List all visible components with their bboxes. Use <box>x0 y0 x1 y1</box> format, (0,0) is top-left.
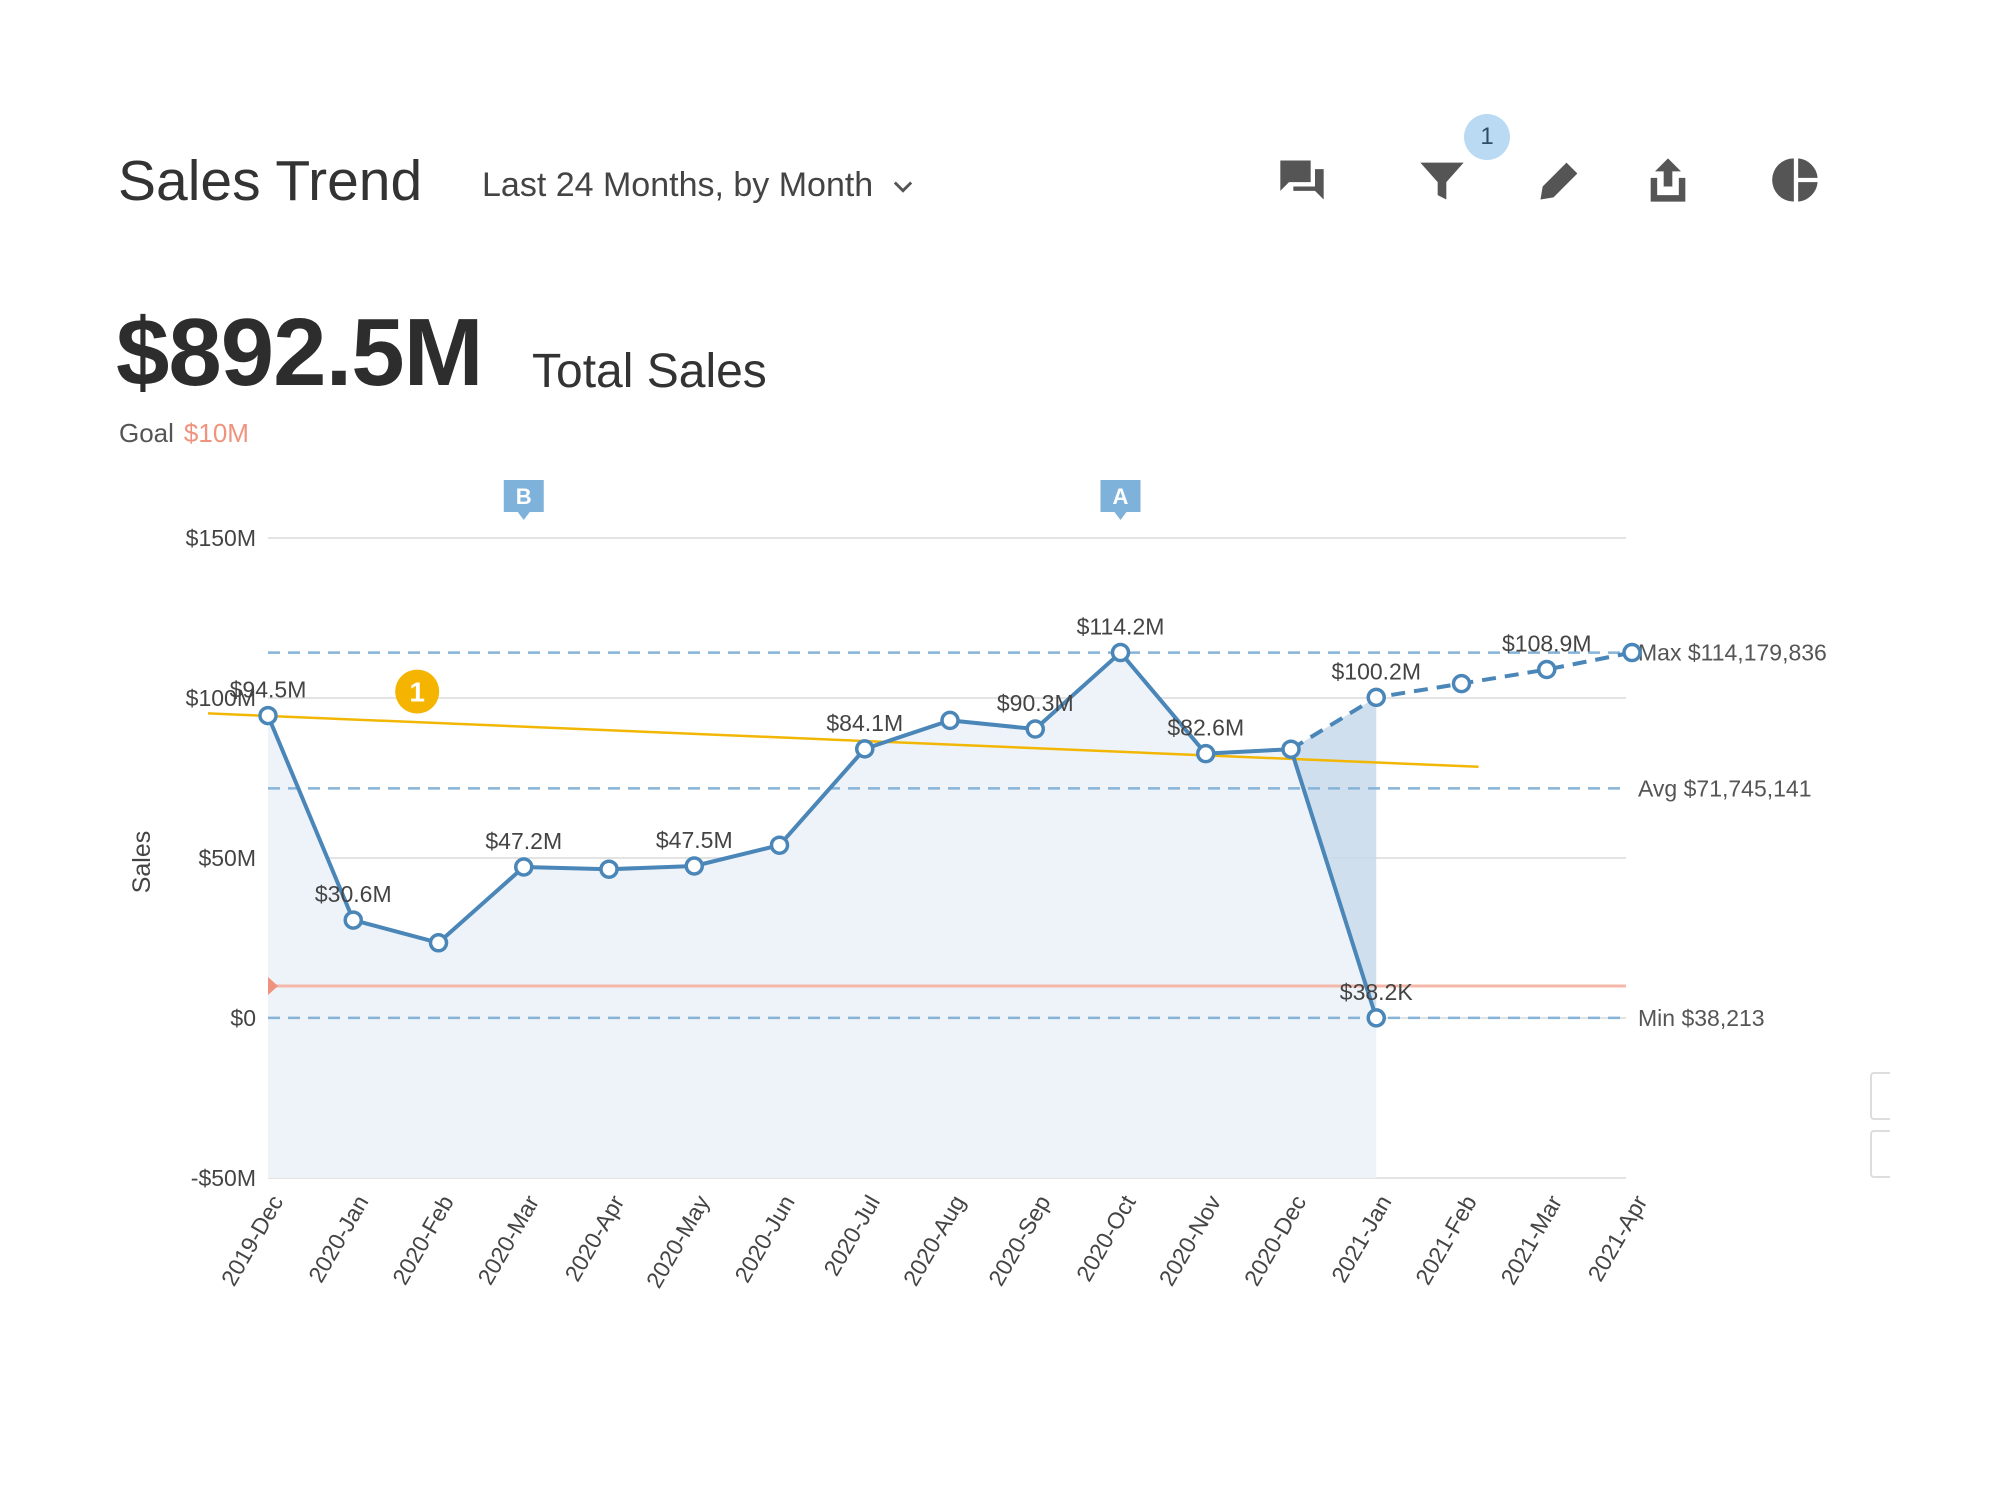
data-point <box>343 910 363 930</box>
x-tick-label: 2020-Nov <box>1154 1190 1227 1290</box>
data-point <box>1451 673 1472 694</box>
x-tick-label: 2019-Dec <box>216 1191 288 1290</box>
x-tick-label: 2020-Dec <box>1239 1191 1311 1290</box>
y-axis-label: Sales <box>128 831 156 894</box>
data-label: $30.6M <box>315 881 392 907</box>
data-point <box>940 710 960 731</box>
data-point <box>1622 642 1642 663</box>
y-tick-label: $150M <box>186 525 256 551</box>
data-point <box>428 933 449 953</box>
data-label: $47.2M <box>485 828 562 854</box>
data-point <box>1366 1008 1386 1028</box>
data-label: $84.1M <box>826 710 903 736</box>
x-tick-label: 2020-Jun <box>729 1191 799 1287</box>
y-tick-label: $0 <box>230 1005 256 1031</box>
data-point <box>1281 739 1301 759</box>
data-label: $94.5M <box>230 677 307 703</box>
x-tick-label: 2021-Apr <box>1582 1190 1652 1285</box>
reference-line-label: Avg $71,745,141 <box>1638 775 1812 801</box>
data-point <box>1366 687 1386 708</box>
zoom-out-control[interactable] <box>1870 1130 1890 1178</box>
sales-trend-chart: -$50M$0$50M$100M$150MSalesMax $114,179,8… <box>128 480 1827 1292</box>
data-label: $90.3M <box>997 690 1074 716</box>
annotation-label: B <box>516 484 532 509</box>
data-label: $47.5M <box>656 827 733 853</box>
x-tick-label: 2021-Mar <box>1495 1190 1567 1289</box>
data-label: $100.2M <box>1331 658 1421 684</box>
x-tick-label: 2020-May <box>641 1190 715 1292</box>
x-tick-label: 2020-Feb <box>387 1191 459 1289</box>
y-tick-label: -$50M <box>191 1165 256 1191</box>
x-tick-label: 2020-Jul <box>818 1191 885 1280</box>
data-point <box>599 859 619 879</box>
x-tick-label: 2020-Mar <box>472 1190 544 1289</box>
y-tick-label: $50M <box>198 845 256 871</box>
data-label: $82.6M <box>1167 715 1244 741</box>
reference-line-label: Max $114,179,836 <box>1638 640 1827 666</box>
callout-label: 1 <box>409 677 425 708</box>
data-point <box>258 705 278 726</box>
data-point <box>855 739 875 759</box>
data-label: $38.2K <box>1340 979 1414 1005</box>
annotation-label: A <box>1113 484 1129 509</box>
x-tick-label: 2020-Jan <box>303 1191 373 1287</box>
x-tick-label: 2021-Feb <box>1410 1191 1482 1289</box>
x-tick-label: 2020-Aug <box>898 1191 970 1290</box>
data-point <box>1196 743 1216 764</box>
data-point <box>684 856 704 876</box>
data-point <box>1537 659 1557 680</box>
zoom-in-control[interactable] <box>1870 1072 1890 1120</box>
data-point <box>769 835 790 855</box>
data-point <box>1110 642 1131 663</box>
data-label: $114.2M <box>1077 614 1165 640</box>
x-tick-label: 2020-Sep <box>983 1191 1055 1290</box>
data-point <box>514 857 534 877</box>
x-tick-label: 2021-Jan <box>1326 1191 1396 1287</box>
data-point <box>1025 719 1045 739</box>
x-tick-label: 2020-Oct <box>1071 1190 1141 1285</box>
reference-line-label: Min $38,213 <box>1638 1005 1765 1031</box>
data-label: $108.9M <box>1502 631 1592 657</box>
x-tick-label: 2020-Apr <box>559 1190 629 1285</box>
